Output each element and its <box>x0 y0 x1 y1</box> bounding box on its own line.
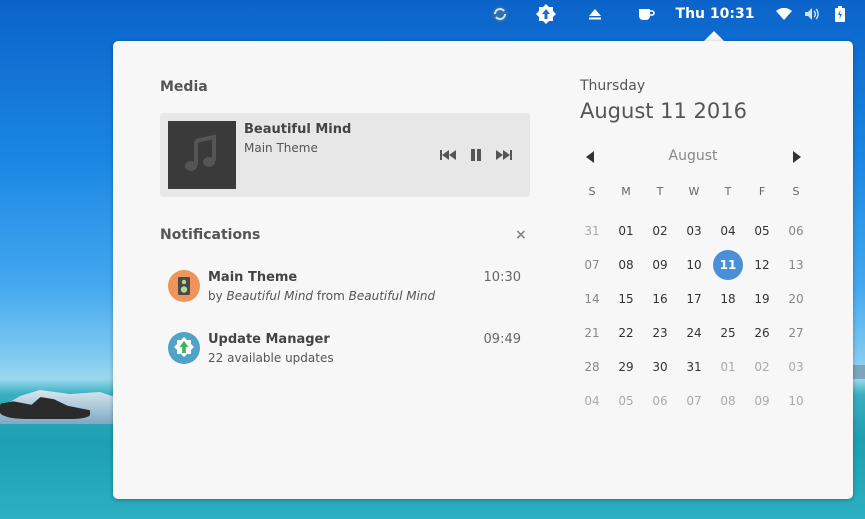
calendar-day[interactable]: 16 <box>645 284 675 314</box>
calendar-day[interactable]: 04 <box>577 386 607 416</box>
skip-forward-icon <box>496 150 512 160</box>
pause-button[interactable] <box>466 147 486 163</box>
caffeine-icon[interactable] <box>634 0 658 28</box>
track-title: Beautiful Mind <box>244 122 352 137</box>
music-note-icon <box>185 134 216 171</box>
battery-icon[interactable] <box>832 0 848 28</box>
notification-title: Update Manager <box>208 332 330 347</box>
next-track-button[interactable] <box>494 147 514 163</box>
skip-back-icon <box>440 150 456 160</box>
notifications-section-title: Notifications <box>160 227 261 243</box>
calendar-day[interactable]: 17 <box>679 284 709 314</box>
top-panel: Thu 10:31 <box>0 0 865 28</box>
pause-icon <box>471 149 481 161</box>
calendar-day[interactable]: 06 <box>781 216 811 246</box>
day-of-week-header: S <box>792 185 800 198</box>
calendar-day[interactable]: 04 <box>713 216 743 246</box>
calendar-day[interactable]: 02 <box>747 352 777 382</box>
popover-arrow <box>704 31 724 41</box>
update-notifier-icon[interactable] <box>534 0 558 28</box>
arrow-left-icon <box>586 151 594 163</box>
day-of-week-header: T <box>656 185 664 198</box>
date-label: August 11 2016 <box>580 99 748 123</box>
calendar-day[interactable]: 19 <box>747 284 777 314</box>
notification-body: by Beautiful Mind from Beautiful Mind <box>208 289 436 303</box>
volume-icon[interactable] <box>802 0 822 28</box>
calendar-day[interactable]: 26 <box>747 318 777 348</box>
calendar-day[interactable]: 28 <box>577 352 607 382</box>
notification-item[interactable]: Update Manager 22 available updates 09:4… <box>168 332 538 372</box>
notification-time: 09:49 <box>483 332 521 347</box>
notification-title: Main Theme <box>208 270 298 285</box>
day-of-week-header: T <box>724 185 732 198</box>
calendar-day[interactable]: 05 <box>611 386 641 416</box>
media-section-title: Media <box>160 79 208 95</box>
calendar-day[interactable]: 22 <box>611 318 641 348</box>
calendar-day[interactable]: 09 <box>645 250 675 280</box>
day-of-week-header: S <box>588 185 596 198</box>
calendar-day[interactable]: 15 <box>611 284 641 314</box>
calendar-day[interactable]: 25 <box>713 318 743 348</box>
track-subtitle: Main Theme <box>244 141 318 155</box>
notification-time: 10:30 <box>483 270 521 285</box>
calendar-day[interactable]: 03 <box>679 216 709 246</box>
calendar-day[interactable]: 07 <box>679 386 709 416</box>
wifi-icon[interactable] <box>774 0 794 28</box>
previous-track-button[interactable] <box>438 147 458 163</box>
notification-item[interactable]: Main Theme by Beautiful Mind from Beauti… <box>168 270 538 310</box>
calendar-day-today[interactable]: 11 <box>713 250 743 280</box>
arrow-right-icon <box>793 151 801 163</box>
calendar-day[interactable]: 27 <box>781 318 811 348</box>
calendar-day[interactable]: 29 <box>611 352 641 382</box>
calendar-day[interactable]: 30 <box>645 352 675 382</box>
next-month-button[interactable] <box>785 147 809 167</box>
album-art <box>168 121 236 189</box>
weekday-label: Thursday <box>580 78 646 94</box>
calendar-day[interactable]: 01 <box>611 216 641 246</box>
calendar-day[interactable]: 20 <box>781 284 811 314</box>
clear-notifications-button[interactable]: × <box>515 227 527 243</box>
month-name: August <box>668 148 718 164</box>
day-of-week-header: M <box>621 185 631 198</box>
calendar-day[interactable]: 10 <box>781 386 811 416</box>
calendar-day[interactable]: 12 <box>747 250 777 280</box>
eject-icon[interactable] <box>584 0 606 28</box>
calendar-day[interactable]: 07 <box>577 250 607 280</box>
calendar-day[interactable]: 06 <box>645 386 675 416</box>
calendar-day[interactable]: 03 <box>781 352 811 382</box>
sync-icon[interactable] <box>488 0 512 28</box>
day-of-week-header: W <box>688 185 700 198</box>
media-player-card[interactable]: Beautiful Mind Main Theme <box>160 113 530 197</box>
calendar-popover: Media Beautiful Mind Main Theme Notifica… <box>113 41 853 499</box>
calendar-day[interactable]: 02 <box>645 216 675 246</box>
calendar-day[interactable]: 14 <box>577 284 607 314</box>
music-player-icon <box>168 270 200 302</box>
calendar-day[interactable]: 10 <box>679 250 709 280</box>
notification-body: 22 available updates <box>208 351 334 365</box>
update-manager-icon <box>168 332 200 364</box>
calendar-day[interactable]: 01 <box>713 352 743 382</box>
clock-button[interactable]: Thu 10:31 <box>672 0 758 28</box>
calendar-day[interactable]: 08 <box>611 250 641 280</box>
previous-month-button[interactable] <box>578 147 602 167</box>
calendar-day[interactable]: 24 <box>679 318 709 348</box>
calendar-day[interactable]: 13 <box>781 250 811 280</box>
calendar-day[interactable]: 21 <box>577 318 607 348</box>
calendar-day[interactable]: 05 <box>747 216 777 246</box>
calendar-day[interactable]: 08 <box>713 386 743 416</box>
calendar-day[interactable]: 31 <box>679 352 709 382</box>
day-of-week-header: F <box>758 185 766 198</box>
calendar-day[interactable]: 09 <box>747 386 777 416</box>
calendar-day[interactable]: 23 <box>645 318 675 348</box>
calendar-day[interactable]: 18 <box>713 284 743 314</box>
calendar-day[interactable]: 31 <box>577 216 607 246</box>
